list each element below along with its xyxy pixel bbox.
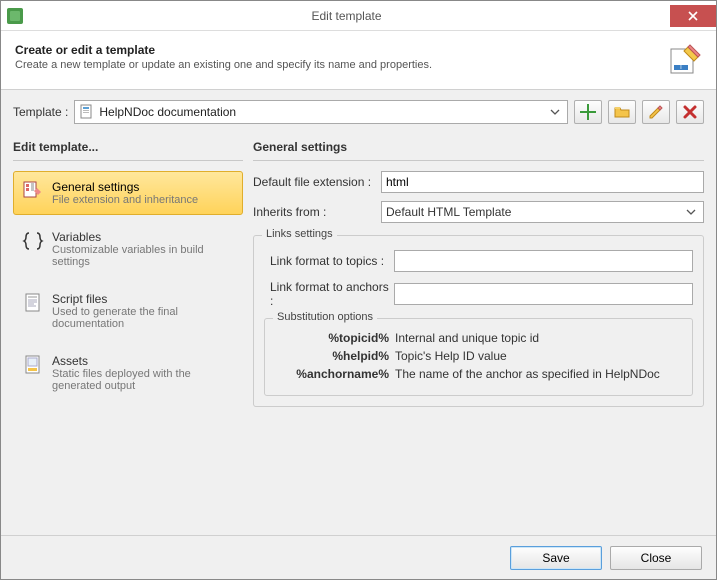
dialog-footer: Save Close xyxy=(1,535,716,579)
subst-legend: Substitution options xyxy=(273,311,377,323)
nav-script-files[interactable]: Script files Used to generate the final … xyxy=(13,283,243,339)
nav-item-title: Assets xyxy=(52,354,234,368)
link-anchors-label: Link format to anchors : xyxy=(264,280,394,308)
right-settings-panel: General settings Default file extension … xyxy=(253,134,704,407)
default-ext-label: Default file extension : xyxy=(253,175,381,189)
link-topics-label: Link format to topics : xyxy=(264,254,394,268)
document-icon xyxy=(79,104,95,120)
subst-val: Topic's Help ID value xyxy=(395,349,682,363)
link-anchors-input[interactable] xyxy=(394,283,693,305)
default-ext-input[interactable] xyxy=(381,171,704,193)
nav-item-sub: File extension and inheritance xyxy=(52,194,198,206)
left-nav-panel: Edit template... General settings File e… xyxy=(13,134,243,407)
link-topics-input[interactable] xyxy=(394,250,693,272)
subst-val: Internal and unique topic id xyxy=(395,331,682,345)
delete-button[interactable] xyxy=(676,100,704,124)
right-panel-header: General settings xyxy=(253,134,704,161)
nav-assets[interactable]: Assets Static files deployed with the ge… xyxy=(13,345,243,401)
template-selected-text: HelpNDoc documentation xyxy=(99,105,543,119)
nav-item-sub: Customizable variables in build settings xyxy=(52,244,234,268)
nav-item-title: Script files xyxy=(52,292,234,306)
subst-key: %topicid% xyxy=(275,331,395,345)
subst-row: %topicid% Internal and unique topic id xyxy=(275,331,682,345)
template-select-row: Template : HelpNDoc documentation xyxy=(1,90,716,134)
svg-text:T: T xyxy=(679,65,683,71)
nav-item-sub: Static files deployed with the generated… xyxy=(52,368,234,392)
links-settings-fieldset: Links settings Link format to topics : L… xyxy=(253,235,704,407)
nav-item-title: Variables xyxy=(52,230,234,244)
chevron-down-icon xyxy=(547,107,563,117)
nav-general-settings[interactable]: General settings File extension and inhe… xyxy=(13,171,243,215)
header-subtitle: Create a new template or update an exist… xyxy=(15,59,668,71)
nav-item-title: General settings xyxy=(52,180,198,194)
save-button[interactable]: Save xyxy=(510,546,602,570)
links-legend: Links settings xyxy=(262,228,337,240)
subst-row: %helpid% Topic's Help ID value xyxy=(275,349,682,363)
header-title: Create or edit a template xyxy=(15,43,668,57)
template-edit-icon: T xyxy=(668,43,702,77)
close-dialog-button[interactable]: Close xyxy=(610,546,702,570)
subst-key: %helpid% xyxy=(275,349,395,363)
body-area: Edit template... General settings File e… xyxy=(1,134,716,415)
close-button[interactable] xyxy=(670,5,716,27)
inherits-selected: Default HTML Template xyxy=(386,205,683,219)
subst-row: %anchorname% The name of the anchor as s… xyxy=(275,367,682,381)
chevron-down-icon xyxy=(683,207,699,217)
subst-val: The name of the anchor as specified in H… xyxy=(395,367,682,381)
header-pane: Create or edit a template Create a new t… xyxy=(1,31,716,90)
settings-icon xyxy=(22,180,44,202)
inherits-dropdown[interactable]: Default HTML Template xyxy=(381,201,704,223)
new-template-button[interactable] xyxy=(574,100,602,124)
close-icon xyxy=(688,11,698,21)
open-folder-button[interactable] xyxy=(608,100,636,124)
edit-button[interactable] xyxy=(642,100,670,124)
nav-item-sub: Used to generate the final documentation xyxy=(52,306,234,330)
subst-key: %anchorname% xyxy=(275,367,395,381)
braces-icon xyxy=(22,230,44,252)
assets-icon xyxy=(22,354,44,376)
app-icon xyxy=(7,8,23,24)
inherits-label: Inherits from : xyxy=(253,205,381,219)
titlebar: Edit template xyxy=(1,1,716,31)
script-icon xyxy=(22,292,44,314)
template-dropdown[interactable]: HelpNDoc documentation xyxy=(74,100,568,124)
substitution-fieldset: Substitution options %topicid% Internal … xyxy=(264,318,693,396)
left-panel-header: Edit template... xyxy=(13,134,243,161)
nav-variables[interactable]: Variables Customizable variables in buil… xyxy=(13,221,243,277)
window-title: Edit template xyxy=(23,9,670,23)
template-label: Template : xyxy=(13,105,68,119)
dialog-window: Edit template Create or edit a template … xyxy=(0,0,717,580)
